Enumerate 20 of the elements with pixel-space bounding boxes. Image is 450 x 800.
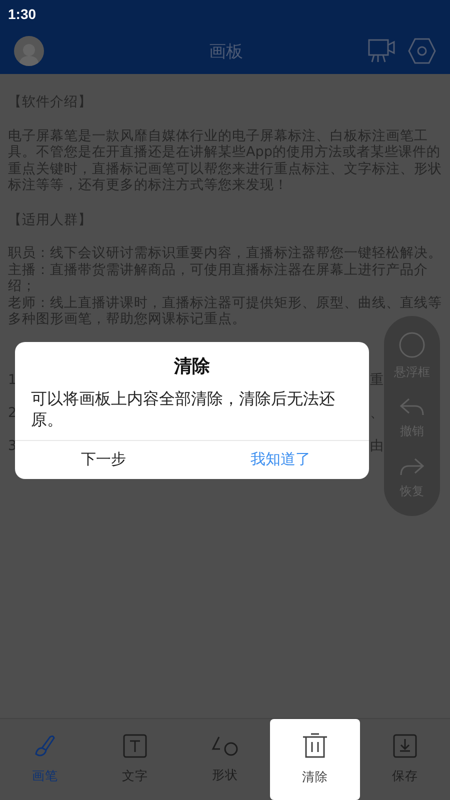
dialog-title: 清除 bbox=[172, 355, 211, 379]
brush-icon bbox=[34, 734, 56, 758]
avatar[interactable] bbox=[14, 36, 44, 66]
video-camera-icon[interactable] bbox=[368, 38, 396, 64]
body-text: 、 bbox=[370, 404, 384, 421]
dialog-button[interactable]: 我知道了 bbox=[192, 441, 369, 479]
trash-icon bbox=[302, 733, 328, 759]
redo-icon bbox=[399, 456, 425, 477]
status-time: 1:30 bbox=[8, 6, 36, 22]
circle-icon bbox=[399, 332, 425, 358]
settings-icon[interactable] bbox=[408, 38, 436, 64]
undo-icon bbox=[399, 397, 425, 418]
dialog-button[interactable]: 下一步 bbox=[15, 441, 192, 479]
shapes-icon bbox=[211, 735, 239, 757]
header-title: 画板 bbox=[208, 40, 244, 62]
toolbar-tab[interactable]: 清除 bbox=[270, 719, 360, 800]
dialog-message: 可以将画板上内容全部清除，清除后无法还原。 bbox=[30, 388, 336, 431]
text-icon bbox=[123, 734, 147, 758]
toolbar-tab[interactable]: 画笔 bbox=[0, 719, 90, 800]
download-icon bbox=[393, 734, 417, 758]
